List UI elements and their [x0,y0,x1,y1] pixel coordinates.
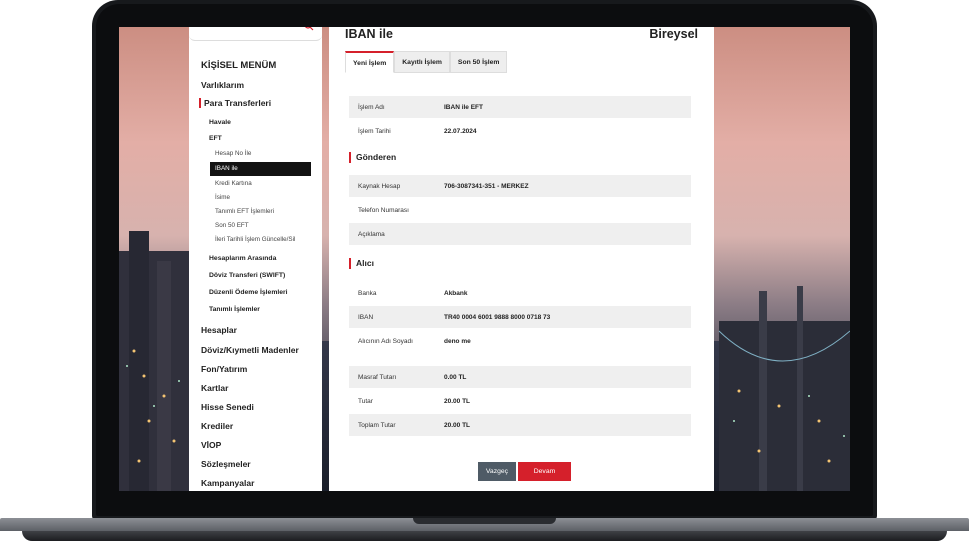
row-receiver-name: Alıcının Adı Soyadı deno me [349,330,691,352]
row-phone: Telefon Numarası [349,199,691,221]
value-receiver-name: deno me [444,338,471,345]
value-fee: 0.00 TL [444,374,467,381]
label-source-account: Kaynak Hesap [358,183,401,190]
label-fee: Masraf Tutarı [358,374,397,381]
sidebar-sub-hesaplarim-arasinda[interactable]: Hesaplarım Arasında [209,255,276,262]
sidebar-item-varliklarim[interactable]: Varlıklarım [201,80,244,90]
sidebar-item-sozlesmeler[interactable]: Sözleşmeler [201,459,251,469]
search-icon[interactable] [304,27,314,31]
value-amount: 20.00 TL [444,398,471,405]
sidebar-item-hisse[interactable]: Hisse Senedi [201,402,254,412]
sidebar-sub-tanimli-islemler[interactable]: Tanımlı İşlemler [209,306,260,313]
sidebar-sub-doviz-transferi[interactable]: Döviz Transferi (SWIFT) [209,272,285,279]
value-transaction-name: IBAN ile EFT [444,104,484,111]
row-transaction-date: İşlem Tarihi 22.07.2024 [349,120,691,142]
sidebar: KİŞİSEL MENÜM Varlıklarım Para Transferl… [189,27,322,491]
sidebar-menu: KİŞİSEL MENÜM Varlıklarım Para Transferl… [189,47,322,488]
sidebar-eft-kredi-karti[interactable]: Kredi Kartına [215,180,252,187]
sidebar-eft-iban-active[interactable]: IBAN ile [210,162,311,176]
sidebar-eft-ileri-tarihli[interactable]: İleri Tarihli İşlem Güncelle/Sil [215,236,295,243]
row-bank: Banka Akbank [349,282,691,304]
value-bank: Akbank [444,290,468,297]
row-description: Açıklama [349,223,691,245]
label-total: Toplam Tutar [358,422,396,429]
row-source-account: Kaynak Hesap 706-3087341-351 - MERKEZ [349,175,691,197]
cancel-button[interactable]: Vazgeç [478,462,516,481]
page-title: IBAN ile [345,27,393,41]
screen: KİŞİSEL MENÜM Varlıklarım Para Transferl… [119,27,850,491]
label-description: Açıklama [358,231,385,238]
sidebar-sub-eft[interactable]: EFT [209,135,222,142]
sidebar-eft-hesap-no[interactable]: Hesap No İle [215,150,251,157]
sidebar-sub-duzenli-odeme[interactable]: Düzenli Ödeme İşlemleri [209,289,288,296]
value-total: 20.00 TL [444,422,471,429]
search-box[interactable] [189,27,322,41]
sidebar-eft-isime[interactable]: İsime [215,194,230,201]
customer-type: Bireysel [649,27,698,41]
sidebar-eft-tanimli[interactable]: Tanımlı EFT İşlemleri [215,208,274,215]
active-section-marker [199,98,201,108]
value-source-account: 706-3087341-351 - MERKEZ [444,183,529,190]
row-amount: Tutar 20.00 TL [349,390,691,412]
label-amount: Tutar [358,398,373,405]
sidebar-item-para-transferleri[interactable]: Para Transferleri [204,98,271,108]
label-receiver-name: Alıcının Adı Soyadı [358,338,413,345]
sidebar-item-krediler[interactable]: Krediler [201,421,233,431]
tab-last-50[interactable]: Son 50 İşlem [449,51,508,73]
label-bank: Banka [358,290,377,297]
laptop-base [0,518,969,541]
row-iban: IBAN TR40 0004 6001 9888 8000 0718 73 [349,306,691,328]
row-fee: Masraf Tutarı 0.00 TL [349,366,691,388]
sidebar-item-doviz[interactable]: Döviz/Kıymetli Madenler [201,345,299,355]
tab-saved-transaction[interactable]: Kayıtlı İşlem [394,51,450,73]
sidebar-item-hesaplar[interactable]: Hesaplar [201,325,237,335]
sidebar-title: KİŞİSEL MENÜM [201,60,277,71]
label-transaction-date: İşlem Tarihi [358,128,391,135]
value-transaction-date: 22.07.2024 [444,128,477,135]
sidebar-sub-havale[interactable]: Havale [209,119,231,126]
label-transaction-name: İşlem Adı [358,104,385,111]
tabs: Yeni İşlem Kayıtlı İşlem Son 50 İşlem [345,51,508,73]
sidebar-item-kartlar[interactable]: Kartlar [201,383,228,393]
transfer-panel: IBAN ile Bireysel Yeni İşlem Kayıtlı İşl… [329,27,714,491]
label-phone: Telefon Numarası [358,207,409,214]
sidebar-item-viop[interactable]: VİOP [201,440,221,450]
label-iban: IBAN [358,314,374,321]
section-sender: Gönderen [349,152,396,163]
tab-new-transaction[interactable]: Yeni İşlem [345,51,395,73]
section-receiver: Alıcı [349,258,374,269]
continue-button[interactable]: Devam [518,462,571,481]
sidebar-item-kampanyalar[interactable]: Kampanyalar [201,478,254,488]
sidebar-item-fon[interactable]: Fon/Yatırım [201,364,247,374]
sidebar-eft-son-50[interactable]: Son 50 EFT [215,222,249,229]
row-transaction-name: İşlem Adı IBAN ile EFT [349,96,691,118]
row-total: Toplam Tutar 20.00 TL [349,414,691,436]
value-iban: TR40 0004 6001 9888 8000 0718 73 [444,314,551,321]
